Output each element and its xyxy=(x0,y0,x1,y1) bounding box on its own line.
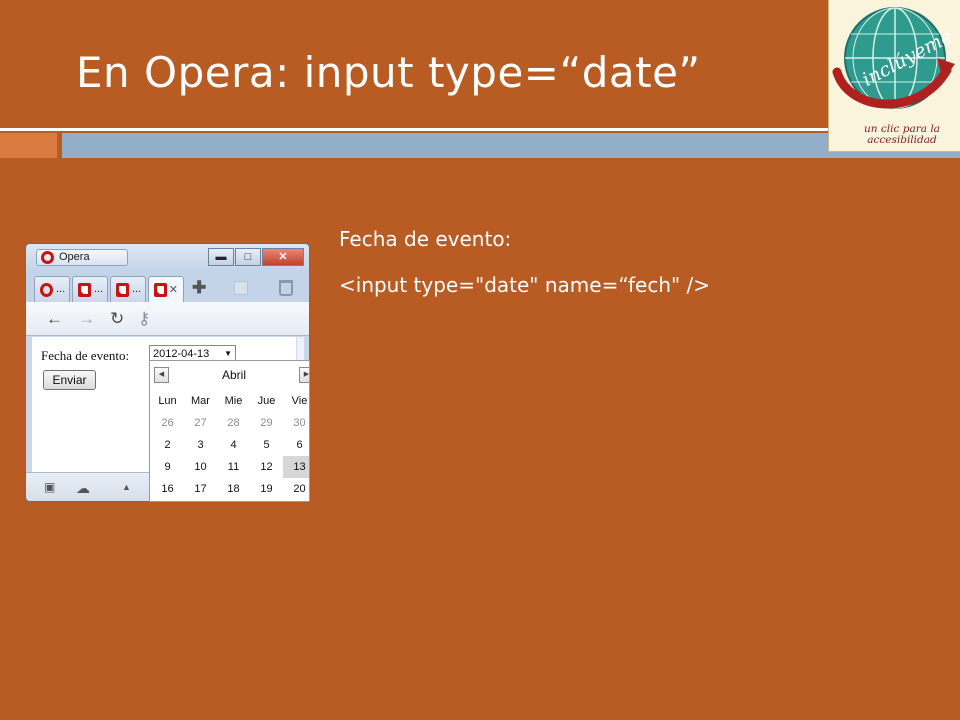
tab-label: ... xyxy=(132,283,142,295)
slide-title: En Opera: input type=“date” xyxy=(76,48,701,97)
tab-label: ... xyxy=(94,283,104,295)
calendar-day[interactable]: 27 xyxy=(184,412,217,434)
calendar-day[interactable]: 18 xyxy=(217,478,250,500)
calendar-day[interactable]: 6 xyxy=(283,434,309,456)
new-tab-icon[interactable]: ✚ xyxy=(192,278,206,298)
opera-menu-button[interactable]: Opera xyxy=(36,249,128,266)
close-tab-icon[interactable]: ✕ xyxy=(169,283,178,296)
weekday-label: Lun xyxy=(158,395,177,407)
date-field-label: Fecha de evento: xyxy=(41,348,130,363)
minimize-button[interactable]: ▬ xyxy=(208,248,234,266)
trash-icon[interactable] xyxy=(279,280,293,296)
navigation-bar: ← → ↻ ⚷ xyxy=(26,302,309,336)
calendar-day[interactable]: 10 xyxy=(184,456,217,478)
date-input-value: 2012-04-13 xyxy=(153,348,210,360)
calendar-month: Abril xyxy=(222,368,247,382)
weekday-label: Mar xyxy=(191,395,210,407)
calendar-day[interactable]: 19 xyxy=(250,478,283,500)
incluyeme-logo: inclúyeme un clic para la accesibilidad xyxy=(828,0,960,152)
accent-bar-blue xyxy=(62,133,960,158)
title-bar: Opera ▬ □ ✕ xyxy=(26,244,309,272)
weekday-label: Vie xyxy=(291,395,308,407)
calendar-day[interactable]: 16 xyxy=(151,478,184,500)
forward-icon[interactable]: → xyxy=(78,309,95,329)
tab-bar: ... ... ... ✕ ✚ xyxy=(26,272,309,302)
calendar-header: ◀ Abril ▶ xyxy=(150,361,309,387)
weekday-label: Mie xyxy=(224,395,243,407)
tab-2[interactable]: ... xyxy=(72,276,108,302)
weekday-label: Jue xyxy=(257,395,276,407)
calendar-day[interactable]: 17 xyxy=(184,478,217,500)
tab-3[interactable]: ... xyxy=(110,276,146,302)
tab-active[interactable]: ✕ xyxy=(148,276,184,302)
opera-menu-label: Opera xyxy=(59,251,90,263)
calendar-day[interactable]: 11 xyxy=(217,456,250,478)
opera-icon xyxy=(40,283,53,297)
logo-tagline: un clic para la accesibilidad xyxy=(864,123,940,146)
back-icon[interactable]: ← xyxy=(46,309,63,329)
previous-month-button[interactable]: ◀ xyxy=(154,367,169,383)
reload-icon[interactable]: ↻ xyxy=(110,309,124,329)
calendar-day-selected[interactable]: 13 xyxy=(283,456,309,478)
calendar-day[interactable]: 26 xyxy=(151,412,184,434)
calendar-day[interactable]: 9 xyxy=(151,456,184,478)
key-icon[interactable]: ⚷ xyxy=(138,309,150,329)
accent-bar-orange xyxy=(0,133,57,158)
calendar-day[interactable]: 4 xyxy=(217,434,250,456)
calendar-day[interactable]: 28 xyxy=(217,412,250,434)
calendar-day[interactable]: 2 xyxy=(151,434,184,456)
date-picker-popup: ◀ Abril ▶ Lun Mar Mie Jue Vie 26 27 28 2… xyxy=(149,360,310,502)
calendar-day[interactable]: 20 xyxy=(283,478,309,500)
opera-logo-icon xyxy=(41,251,54,264)
calendar-day[interactable]: 30 xyxy=(283,412,309,434)
maximize-button[interactable]: □ xyxy=(235,248,261,266)
tab-label: ... xyxy=(56,283,66,295)
chevron-up-icon[interactable]: ▲ xyxy=(122,482,131,492)
calendar-day[interactable]: 12 xyxy=(250,456,283,478)
document-icon xyxy=(116,283,129,297)
calendar-day[interactable]: 3 xyxy=(184,434,217,456)
submit-button[interactable]: Enviar xyxy=(43,370,96,390)
tab-stack-icon[interactable] xyxy=(234,281,248,295)
cloud-icon[interactable]: ☁ xyxy=(76,480,90,497)
title-divider xyxy=(0,128,960,131)
globe-icon: inclúyeme xyxy=(832,7,956,109)
tab-1[interactable]: ... xyxy=(34,276,70,302)
body-code: <input type="date" name=“fech" /> xyxy=(339,273,711,297)
panel-icon[interactable]: ▣ xyxy=(44,480,55,494)
next-month-button[interactable]: ▶ xyxy=(299,367,309,383)
body-label: Fecha de evento: xyxy=(339,227,512,251)
calendar-day[interactable]: 29 xyxy=(250,412,283,434)
document-icon xyxy=(78,283,91,297)
document-icon xyxy=(154,283,167,297)
calendar-day[interactable]: 5 xyxy=(250,434,283,456)
window-controls: ▬ □ ✕ xyxy=(208,248,304,266)
close-button[interactable]: ✕ xyxy=(262,248,304,266)
